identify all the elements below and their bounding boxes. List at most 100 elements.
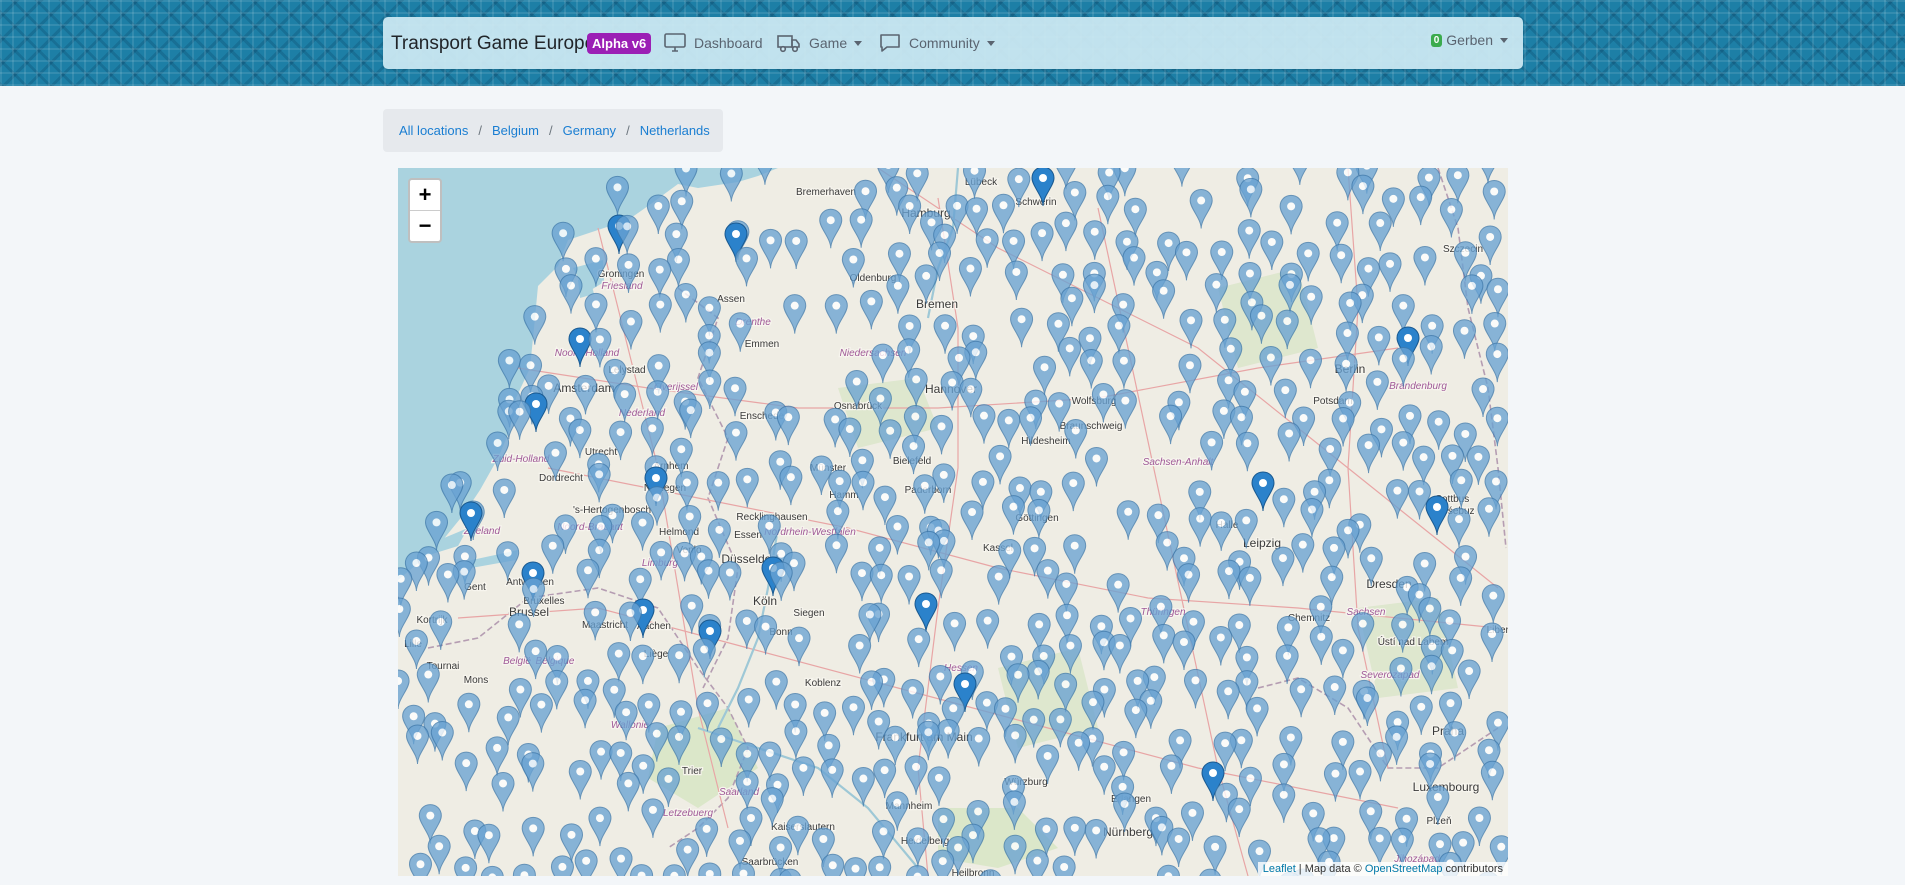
marker-dot	[776, 457, 785, 466]
breadcrumb-netherlands[interactable]: Netherlands	[640, 123, 710, 138]
marker-dot	[824, 741, 833, 750]
marker-dot	[1187, 316, 1196, 325]
marker-dot	[891, 733, 900, 742]
marker-dot	[1343, 329, 1352, 338]
marker-dot	[685, 512, 694, 521]
marker-dot	[553, 652, 562, 661]
marker-dot	[1399, 354, 1408, 363]
marker-dot	[1247, 298, 1256, 307]
marker-dot	[515, 620, 524, 629]
marker-dot	[1100, 762, 1109, 771]
marker-dot	[793, 823, 802, 832]
marker-dot	[1489, 591, 1498, 600]
marker-dot	[438, 728, 447, 737]
zoom-in-button[interactable]: +	[410, 180, 440, 210]
marker-dot	[595, 546, 604, 555]
location-marker[interactable]	[1052, 855, 1076, 876]
marker-dot	[656, 300, 665, 309]
marker-dot	[851, 864, 860, 873]
location-marker[interactable]	[408, 852, 432, 876]
marker-dot	[1237, 736, 1246, 745]
marker-dot	[1416, 193, 1425, 202]
marker-dot	[1346, 298, 1355, 307]
marker-dot	[1393, 486, 1402, 495]
zoom-control: + −	[408, 178, 442, 243]
marker-dot	[1105, 168, 1114, 177]
marker-dot	[1393, 718, 1402, 727]
zoom-out-button[interactable]: −	[410, 210, 440, 241]
leaflet-link[interactable]: Leaflet	[1263, 863, 1296, 875]
brand-title[interactable]: Transport Game Europe	[391, 33, 595, 55]
monitor-icon	[664, 33, 686, 52]
openstreetmap-link[interactable]: OpenStreetMap	[1365, 863, 1443, 875]
marker-dot	[934, 773, 943, 782]
marker-dot	[1058, 270, 1067, 279]
marker-dot	[682, 478, 691, 487]
marker-dot	[1030, 544, 1039, 553]
breadcrumb-belgium[interactable]: Belgium	[492, 123, 539, 138]
marker-dot	[531, 647, 540, 656]
marker-dot	[1484, 746, 1493, 755]
marker-dot	[1398, 835, 1407, 844]
marker-dot	[503, 548, 512, 557]
city-label: Letzebuerg	[663, 808, 713, 819]
attribution-contributors: contributors	[1442, 863, 1503, 875]
location-marker[interactable]	[843, 857, 867, 876]
marker-dot	[1062, 579, 1071, 588]
nav-community[interactable]: Community	[879, 30, 995, 56]
nav-game[interactable]: Game	[777, 30, 863, 56]
marker-dot	[583, 676, 592, 685]
marker-dot	[1242, 653, 1251, 662]
marker-dot	[920, 481, 929, 490]
breadcrumb-all-locations[interactable]: All locations	[399, 123, 468, 138]
breadcrumb-germany[interactable]: Germany	[563, 123, 616, 138]
breadcrumb-separator: /	[626, 123, 630, 138]
marker-dot	[1179, 554, 1188, 563]
map[interactable]: BremerhavenHamburgSchwerinLübeckOldenbur…	[398, 168, 1508, 876]
marker-dot	[526, 361, 535, 370]
map-tiles[interactable]: BremerhavenHamburgSchwerinLübeckOldenbur…	[398, 168, 1508, 876]
marker-dot	[1004, 416, 1013, 425]
marker-dot	[1284, 623, 1293, 632]
marker-dot	[1419, 453, 1428, 462]
marker-dot	[1356, 767, 1365, 776]
marker-dot	[1216, 633, 1225, 642]
marker-dot	[1222, 790, 1231, 799]
marker-dot	[677, 445, 686, 454]
marker-dot	[1097, 622, 1106, 631]
marker-dot	[826, 216, 835, 225]
marker-dot	[1493, 718, 1502, 727]
marker-dot	[832, 541, 841, 550]
marker-dot	[880, 766, 889, 775]
location-marker[interactable]	[454, 856, 478, 876]
marker-dot	[1255, 847, 1264, 856]
location-marker[interactable]	[821, 853, 845, 876]
marker-dot	[558, 862, 567, 871]
marker-dot	[1060, 863, 1069, 872]
marker-dot	[447, 481, 456, 490]
marker-dot	[1316, 602, 1325, 611]
marker-dot	[744, 695, 753, 704]
marker-dot	[1398, 620, 1407, 629]
marker-dot	[697, 552, 706, 561]
marker-dot	[566, 281, 575, 290]
marker-dot	[893, 281, 902, 290]
marker-dot	[1189, 617, 1198, 626]
marker-dot	[610, 366, 619, 375]
marker-dot	[913, 834, 922, 843]
marker-dot	[1065, 344, 1074, 353]
user-menu[interactable]: 0 Gerben	[1430, 32, 1508, 48]
marker-dot	[999, 201, 1008, 210]
marker-dot	[1304, 249, 1313, 258]
marker-dot	[941, 321, 950, 330]
nav-dashboard[interactable]: Dashboard	[664, 30, 763, 56]
marker-dot	[1425, 604, 1434, 613]
marker-dot	[1159, 631, 1168, 640]
marker-dot	[784, 413, 793, 422]
location-marker[interactable]	[550, 855, 574, 876]
marker-dot	[1317, 632, 1326, 641]
marker-dot	[1015, 484, 1024, 493]
location-marker[interactable]	[868, 855, 892, 876]
marker-dot	[1344, 526, 1353, 535]
marker-dot	[655, 265, 664, 274]
